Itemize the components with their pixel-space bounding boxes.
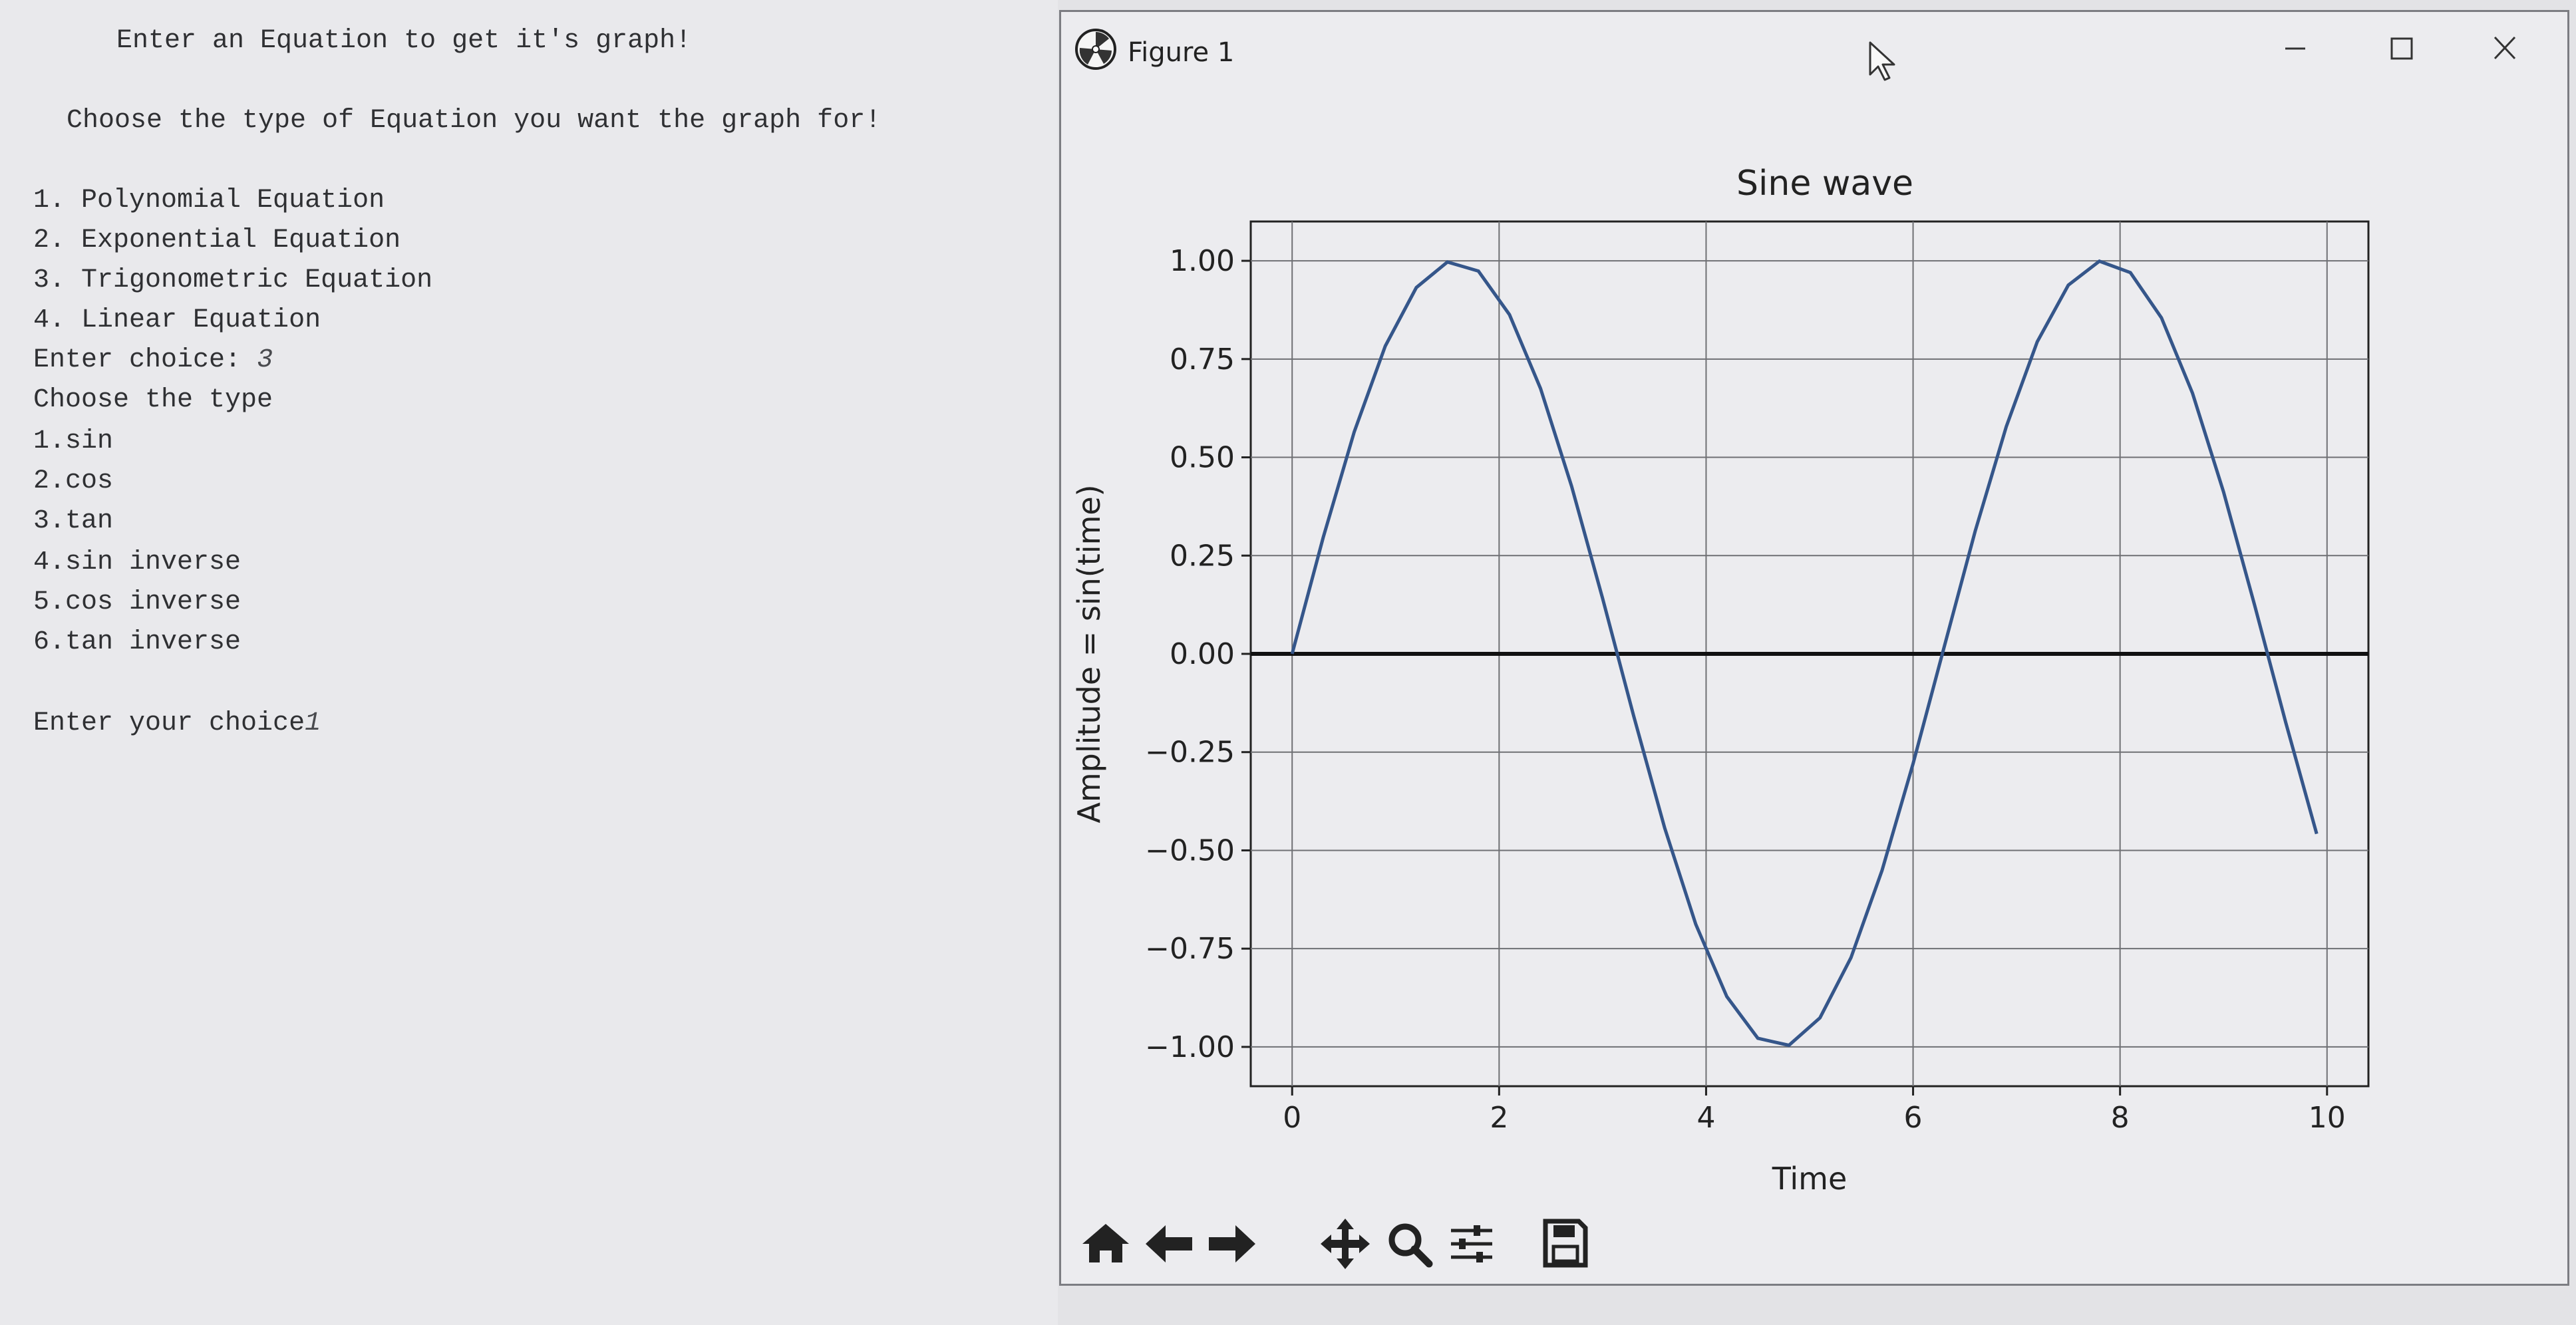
save-button[interactable]: [1535, 1209, 1595, 1276]
console-prompt: Enter choice:: [33, 345, 257, 375]
window-title: Figure 1: [1128, 37, 1235, 68]
zoom-icon: [1388, 1223, 1433, 1268]
console-line: 3.tan: [33, 506, 114, 536]
y-tick-label: 0.50: [1170, 441, 1235, 475]
title-bar[interactable]: Figure 1: [1061, 12, 2567, 85]
pan-button[interactable]: [1315, 1209, 1375, 1276]
y-tick-label: −0.50: [1145, 833, 1235, 867]
y-tick-label: 1.00: [1170, 244, 1235, 278]
console-line: 1.sin: [33, 426, 114, 456]
console-line: 4.sin inverse: [33, 547, 242, 577]
typed-input[interactable]: 1: [305, 708, 321, 738]
console-line: Enter choice: 3: [33, 345, 273, 376]
matplotlib-icon: [1075, 29, 1116, 70]
maximize-button[interactable]: [2365, 27, 2438, 71]
close-button[interactable]: [2468, 27, 2541, 71]
pan-icon: [1321, 1219, 1370, 1269]
console-line: 2.cos: [33, 466, 114, 496]
console-line: 1. Polynomial Equation: [33, 186, 385, 216]
console-line: 3. Trigonometric Equation: [33, 265, 433, 295]
x-ticks: 0 2 4 6 8 10: [1283, 1086, 2346, 1135]
home-icon: [1082, 1224, 1129, 1262]
x-tick-label: 2: [1490, 1101, 1508, 1135]
back-button[interactable]: [1139, 1209, 1199, 1276]
back-arrow-icon: [1146, 1225, 1192, 1262]
y-tick-label: −0.25: [1145, 736, 1235, 770]
forward-arrow-icon: [1209, 1225, 1255, 1262]
console-window: Enter an Equation to get it's graph! Cho…: [0, 0, 1058, 1325]
save-icon: [1543, 1219, 1588, 1268]
console-line: Choose the type of Equation you want the…: [67, 106, 882, 136]
console-line: 5.cos inverse: [33, 587, 242, 617]
configure-subplots-button[interactable]: [1442, 1209, 1502, 1276]
y-axis-label: Amplitude = sin(time): [1071, 484, 1107, 823]
console-line: Enter an Equation to get it's graph!: [116, 26, 692, 56]
y-tick-label: 0.75: [1170, 343, 1235, 376]
figure-window: Figure 1 Sine wave 0 2 4 6 8 10 1.00 0.75 0.50 0…: [1059, 10, 2569, 1286]
x-tick-label: 6: [1904, 1101, 1923, 1135]
chart-title: Sine wave: [1736, 164, 1913, 204]
y-tick-label: 0.00: [1170, 637, 1235, 671]
x-tick-label: 8: [2111, 1101, 2130, 1135]
minimize-icon: [2285, 47, 2305, 50]
zoom-button[interactable]: [1378, 1209, 1438, 1276]
sine-plot[interactable]: Sine wave 0 2 4 6 8 10 1.00 0.75 0.50 0.25 0.00 −0…: [1061, 85, 2567, 1209]
forward-button[interactable]: [1202, 1209, 1262, 1276]
console-line[interactable]: Enter your choice1: [33, 708, 321, 740]
y-tick-label: 0.25: [1170, 539, 1235, 573]
configure-subplots-icon: [1451, 1225, 1492, 1262]
console-line: 4. Linear Equation: [33, 305, 321, 335]
x-axis-label: Time: [1772, 1161, 1848, 1197]
x-tick-label: 0: [1283, 1101, 1301, 1135]
y-ticks: 1.00 0.75 0.50 0.25 0.00 −0.25 −0.50 −0.75 −1.00: [1145, 244, 1251, 1064]
console-prompt: Enter your choice: [33, 708, 305, 738]
maximize-icon: [2390, 37, 2413, 60]
close-icon: [2494, 36, 2516, 60]
minimize-button[interactable]: [2259, 27, 2332, 71]
y-tick-label: −0.75: [1145, 932, 1235, 966]
home-button[interactable]: [1076, 1209, 1136, 1276]
y-tick-label: −1.00: [1145, 1030, 1235, 1064]
console-line: Choose the type: [33, 385, 273, 415]
x-tick-label: 4: [1696, 1101, 1715, 1135]
console-line: 6.tan inverse: [33, 627, 242, 657]
x-tick-label: 10: [2309, 1101, 2346, 1135]
mouse-cursor-icon: [1869, 41, 1895, 81]
typed-input: 3: [257, 345, 273, 375]
console-line: 2. Exponential Equation: [33, 225, 401, 255]
